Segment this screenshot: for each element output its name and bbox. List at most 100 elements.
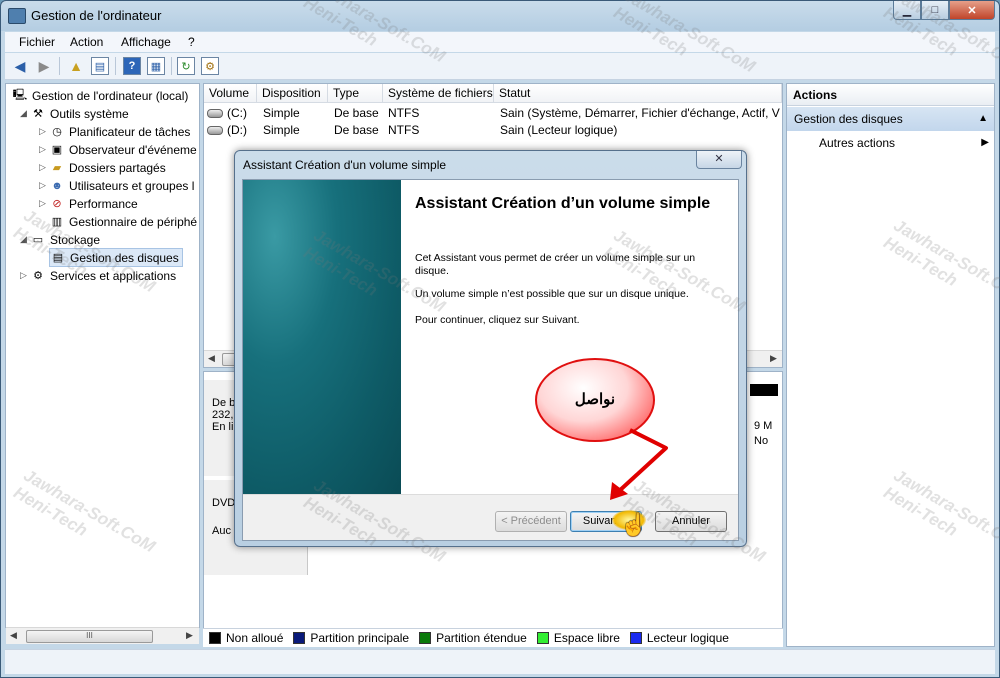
volume-name: (C:) [227,106,247,120]
legend-label: Espace libre [553,631,620,645]
fs-cell: NTFS [388,106,420,120]
caption-buttons: ▁ □ ✕ [893,1,995,20]
dialog-title: Assistant Création d'un volume simple [243,158,447,172]
menu-action[interactable]: Action [70,35,103,49]
legend-swatch [629,632,642,644]
tree-item-performance[interactable]: ▷ ⊘ Performance [39,195,138,212]
menu-help[interactable]: ? [188,35,195,49]
action-autres-actions[interactable]: Autres actions ▶ [819,136,989,150]
tree-horizontal-scrollbar[interactable]: ◀ III ▶ [6,627,199,644]
maximize-button[interactable]: □ [921,1,949,20]
tree-item-outils-systeme[interactable]: ◢ ⚒ Outils système [20,105,129,122]
scroll-right-icon[interactable]: ▶ [770,353,777,364]
toolbar-separator [115,57,116,75]
tree-item-services[interactable]: ▷ ⚙ Services et applications [20,267,176,284]
wizard-heading: Assistant Création d’un volume simple [415,195,711,212]
close-button[interactable]: ✕ [949,1,995,20]
expand-arrow-icon[interactable]: ▷ [39,162,49,173]
cancel-button[interactable]: Annuler [655,511,727,532]
wizard-banner-image [243,180,401,494]
scroll-left-icon[interactable]: ◀ [208,353,215,364]
performance-icon: ⊘ [52,198,62,210]
actions-section-gestion-disques[interactable]: Gestion des disques ▲ [787,107,994,131]
navigation-tree: 🖳 Gestion de l'ordinateur (local) ◢ ⚒ Ou… [5,83,200,644]
menu-fichier[interactable]: Fichier [19,35,55,49]
legend-label: Partition étendue [436,631,527,645]
tree-item-label: Observateur d'événeme [69,142,197,157]
submenu-arrow-icon: ▶ [981,137,989,148]
previous-button[interactable]: < Précédent [495,511,567,532]
disposition-cell: Simple [263,123,300,137]
column-header-disposition[interactable]: Disposition [257,84,328,103]
tree-item-label: Gestionnaire de périphé [69,214,198,229]
wizard-content: Assistant Création d’un volume simple Ce… [401,180,738,494]
tree-item-utilisateurs[interactable]: ▷ ☻ Utilisateurs et groupes l [39,177,194,194]
tree-item-label: Stockage [50,232,101,247]
expand-arrow-icon[interactable]: ▷ [39,144,49,155]
tree-item-stockage[interactable]: ◢ ▭ Stockage [20,231,100,248]
disk-legend: Non alloué Partition principale Partitio… [203,628,783,647]
legend-item: Non alloué [209,631,283,645]
column-header-statut[interactable]: Statut [494,84,782,103]
collapse-up-icon[interactable]: ▲ [978,107,988,131]
expand-arrow-icon[interactable]: ▷ [39,180,49,191]
action-label: Autres actions [819,136,896,150]
minimize-button[interactable]: ▁ [893,1,921,20]
scroll-right-icon[interactable]: ▶ [186,630,193,641]
tree-item-label: Gestion de l'ordinateur (local) [32,88,189,103]
refresh-icon[interactable]: ↻ [177,57,195,75]
column-header-type[interactable]: Type [328,84,383,103]
legend-item: Lecteur logique [629,631,729,645]
actions-pane: Actions Gestion des disques ▲ Autres act… [786,83,995,647]
tree-item-label: Planificateur de tâches [69,124,191,139]
properties-icon[interactable]: ▦ [147,57,165,75]
up-folder-icon[interactable]: ▲ [67,57,85,75]
menu-bar: Fichier Action Affichage ? [5,32,995,52]
device-manager-icon: ▥ [51,216,63,228]
tree-item-label: Dossiers partagés [69,160,166,175]
services-icon: ⚙ [33,270,43,282]
expand-arrow-icon[interactable]: ▷ [39,198,49,209]
dialog-close-button[interactable]: ✕ [696,151,742,169]
scrollbar-thumb[interactable]: III [26,630,153,643]
expand-arrow-icon[interactable]: ▷ [39,126,49,137]
users-icon: ☻ [51,179,63,192]
show-hide-tree-icon[interactable]: ▤ [91,57,109,75]
scroll-left-icon[interactable]: ◀ [10,630,17,641]
legend-swatch [209,632,221,644]
settings-icon[interactable]: ⚙ [201,57,219,75]
statut-cell: Sain (Système, Démarrer, Fichier d'échan… [500,106,780,120]
expand-arrow-icon[interactable]: ▷ [20,270,30,281]
tree-item-root[interactable]: 🖳 Gestion de l'ordinateur (local) [12,87,189,104]
disk-management-icon: ▤ [52,252,64,264]
actions-header: Actions [787,84,994,106]
annotation-text: نواصل [574,391,616,408]
back-arrow-icon[interactable]: ◀ [11,57,29,75]
tree-item-dossiers-partages[interactable]: ▷ ▰ Dossiers partagés [39,159,166,176]
column-header-volume[interactable]: Volume [204,84,257,103]
tree-item-planificateur[interactable]: ▷ ◷ Planificateur de tâches [39,123,190,140]
toolbar: ◀ ▶ ▲ ▤ ? ▦ ↻ ⚙ [5,53,995,80]
column-header-systeme-fichiers[interactable]: Système de fichiers [383,84,494,103]
forward-arrow-icon[interactable]: ▶ [35,57,53,75]
volume-cell: (D:) [207,122,247,139]
toolbar-separator [171,57,172,75]
fs-cell: NTFS [388,123,420,137]
title-bar: Gestion de l'ordinateur ▁ □ ✕ [1,1,999,31]
volume-cell: (C:) [207,105,247,122]
tree-item-gestionnaire-peripheriques[interactable]: ▥ Gestionnaire de périphé [49,213,197,230]
menu-affichage[interactable]: Affichage [121,35,171,49]
statut-cell: Sain (Lecteur logique) [500,123,618,137]
help-icon[interactable]: ? [123,57,141,75]
partition-header-bar [750,384,778,396]
legend-swatch [419,632,432,644]
collapse-arrow-icon[interactable]: ◢ [20,234,30,245]
tree-item-gestion-disques[interactable]: ▤ Gestion des disques [49,248,183,267]
tree-item-observateur[interactable]: ▷ ▣ Observateur d'événeme [39,141,197,158]
annotation-arrow-icon [610,428,668,500]
window-title: Gestion de l'ordinateur [31,8,162,23]
legend-label: Partition principale [310,631,410,645]
collapse-arrow-icon[interactable]: ◢ [20,108,30,119]
tree-item-label: Gestion des disques [70,250,179,265]
legend-label: Lecteur logique [646,631,729,645]
